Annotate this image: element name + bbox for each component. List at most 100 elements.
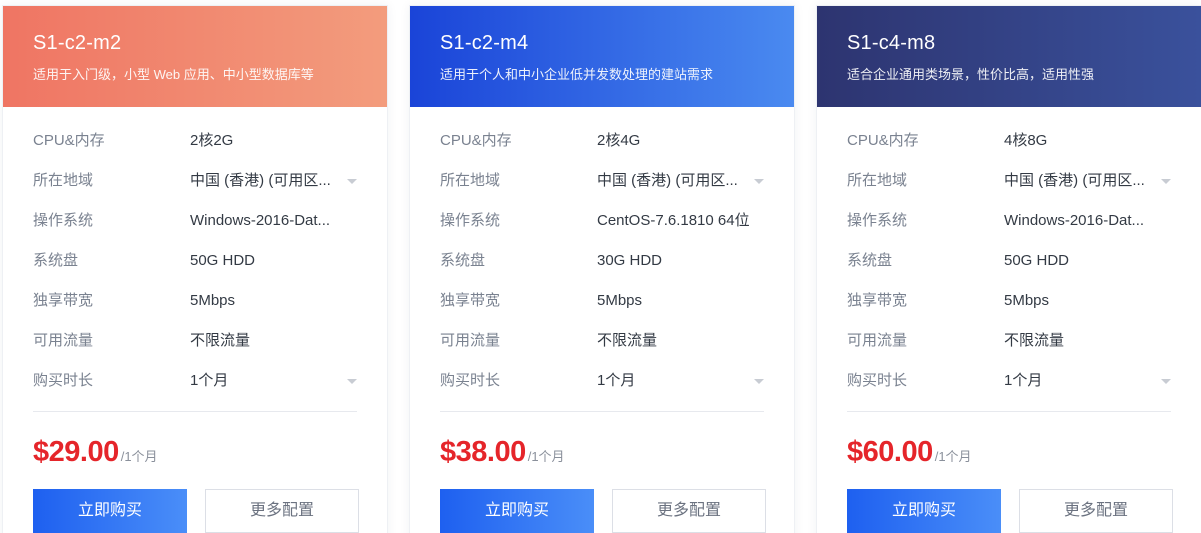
divider [440,411,764,412]
os-value: CentOS-7.6.1810 64位 [597,212,750,229]
buy-now-button[interactable]: 立即购买 [440,489,594,533]
duration-select[interactable]: 购买时长 1个月 [847,367,1201,407]
spec-label: 操作系统 [440,212,501,229]
spec-label: CPU&内存 [440,132,512,149]
spec-row-cpu-mem: CPU&内存 4核8G [847,127,1201,167]
region-select[interactable]: 所在地域 中国 (香港) (可用区... [440,167,794,207]
buy-now-button[interactable]: 立即购买 [33,489,187,533]
price: $29.00 [33,436,119,468]
spec-label: 独享带宽 [440,292,501,309]
spec-label: 操作系统 [847,212,908,229]
duration-select[interactable]: 购买时长 1个月 [33,367,387,407]
spec-label: 所在地域 [440,172,501,189]
spec-value: 不限流量 [597,332,658,349]
spec-value: 50G HDD [1004,252,1070,269]
spec-row-disk: 系统盘 50G HDD [847,247,1201,287]
spec-row-traffic: 可用流量 不限流量 [440,327,794,367]
spec-row-bandwidth: 独享带宽 5Mbps [440,287,794,327]
chevron-down-icon[interactable] [347,179,357,184]
price-row: $38.00/1个月 [440,434,565,470]
spec-value: 5Mbps [597,292,643,309]
more-config-button[interactable]: 更多配置 [612,489,766,533]
duration-value[interactable]: 1个月 [597,367,755,395]
plan-header: S1-c2-m2 适用于入门级，小型 Web 应用、中小型数据库等 [3,6,387,107]
os-value: Windows-2016-Dat... [1004,212,1145,229]
spec-row-os: 操作系统 CentOS-7.6.1810 64位 [440,207,794,247]
plan-header: S1-c2-m4 适用于个人和中小企业低并发数处理的建站需求 [410,6,794,107]
plan-header: S1-c4-m8 适合企业通用类场景，性价比高，适用性强 [817,6,1201,107]
spec-value: 不限流量 [190,332,251,349]
divider [33,411,357,412]
spec-label: 独享带宽 [33,292,94,309]
spec-label: CPU&内存 [847,132,919,149]
duration-select[interactable]: 购买时长 1个月 [440,367,794,407]
chevron-down-icon[interactable] [1161,379,1171,384]
spec-label: 系统盘 [440,252,486,269]
duration-value[interactable]: 1个月 [1004,367,1162,395]
spec-value: 4核8G [1004,132,1048,149]
spec-label: CPU&内存 [33,132,105,149]
spec-value: 5Mbps [190,292,236,309]
plan-name: S1-c4-m8 [847,32,936,54]
chevron-down-icon[interactable] [1161,179,1171,184]
spec-value: 30G HDD [597,252,663,269]
region-value[interactable]: 中国 (香港) (可用区... [190,167,348,195]
spec-value: 5Mbps [1004,292,1050,309]
spec-list: CPU&内存 4核8G 所在地域 中国 (香港) (可用区... 操作系统 Wi… [817,107,1201,407]
plan-name: S1-c2-m2 [33,32,122,54]
price-unit: /1个月 [120,449,158,464]
plan-card-s1-c4-m8: S1-c4-m8 适合企业通用类场景，性价比高，适用性强 CPU&内存 4核8G… [816,5,1201,533]
spec-row-bandwidth: 独享带宽 5Mbps [847,287,1201,327]
spec-row-disk: 系统盘 30G HDD [440,247,794,287]
price-row: $60.00/1个月 [847,434,972,470]
spec-row-traffic: 可用流量 不限流量 [847,327,1201,367]
price: $60.00 [847,436,933,468]
spec-row-cpu-mem: CPU&内存 2核2G [33,127,387,167]
spec-row-cpu-mem: CPU&内存 2核4G [440,127,794,167]
spec-label: 操作系统 [33,212,94,229]
spec-value: 2核2G [190,132,234,149]
chevron-down-icon[interactable] [754,179,764,184]
chevron-down-icon[interactable] [754,379,764,384]
region-value[interactable]: 中国 (香港) (可用区... [597,167,755,195]
region-value[interactable]: 中国 (香港) (可用区... [1004,167,1162,195]
spec-list: CPU&内存 2核4G 所在地域 中国 (香港) (可用区... 操作系统 Ce… [410,107,794,407]
spec-row-disk: 系统盘 50G HDD [33,247,387,287]
spec-label: 可用流量 [33,332,94,349]
spec-label: 可用流量 [440,332,501,349]
more-config-button[interactable]: 更多配置 [205,489,359,533]
spec-label: 可用流量 [847,332,908,349]
price-unit: /1个月 [527,449,565,464]
spec-row-os: 操作系统 Windows-2016-Dat... [33,207,387,247]
chevron-down-icon[interactable] [347,379,357,384]
spec-row-traffic: 可用流量 不限流量 [33,327,387,367]
duration-value[interactable]: 1个月 [190,367,348,395]
spec-label: 所在地域 [847,172,908,189]
plan-card-s1-c2-m4: S1-c2-m4 适用于个人和中小企业低并发数处理的建站需求 CPU&内存 2核… [409,5,795,533]
spec-label: 购买时长 [847,372,908,389]
plan-card-s1-c2-m2: S1-c2-m2 适用于入门级，小型 Web 应用、中小型数据库等 CPU&内存… [2,5,388,533]
spec-value: 不限流量 [1004,332,1065,349]
region-select[interactable]: 所在地域 中国 (香港) (可用区... [847,167,1201,207]
spec-row-os: 操作系统 Windows-2016-Dat... [847,207,1201,247]
region-select[interactable]: 所在地域 中国 (香港) (可用区... [33,167,387,207]
plan-description: 适合企业通用类场景，性价比高，适用性强 [847,67,1095,82]
plan-description: 适用于个人和中小企业低并发数处理的建站需求 [440,67,714,82]
divider [847,411,1171,412]
spec-label: 购买时长 [33,372,94,389]
spec-label: 购买时长 [440,372,501,389]
spec-label: 系统盘 [33,252,79,269]
spec-label: 独享带宽 [847,292,908,309]
more-config-button[interactable]: 更多配置 [1019,489,1173,533]
spec-label: 系统盘 [847,252,893,269]
spec-label: 所在地域 [33,172,94,189]
spec-row-bandwidth: 独享带宽 5Mbps [33,287,387,327]
os-value: Windows-2016-Dat... [190,212,331,229]
spec-value: 50G HDD [190,252,256,269]
plan-description: 适用于入门级，小型 Web 应用、中小型数据库等 [33,67,314,82]
price-row: $29.00/1个月 [33,434,158,470]
spec-list: CPU&内存 2核2G 所在地域 中国 (香港) (可用区... 操作系统 Wi… [3,107,387,407]
price: $38.00 [440,436,526,468]
price-unit: /1个月 [934,449,972,464]
buy-now-button[interactable]: 立即购买 [847,489,1001,533]
